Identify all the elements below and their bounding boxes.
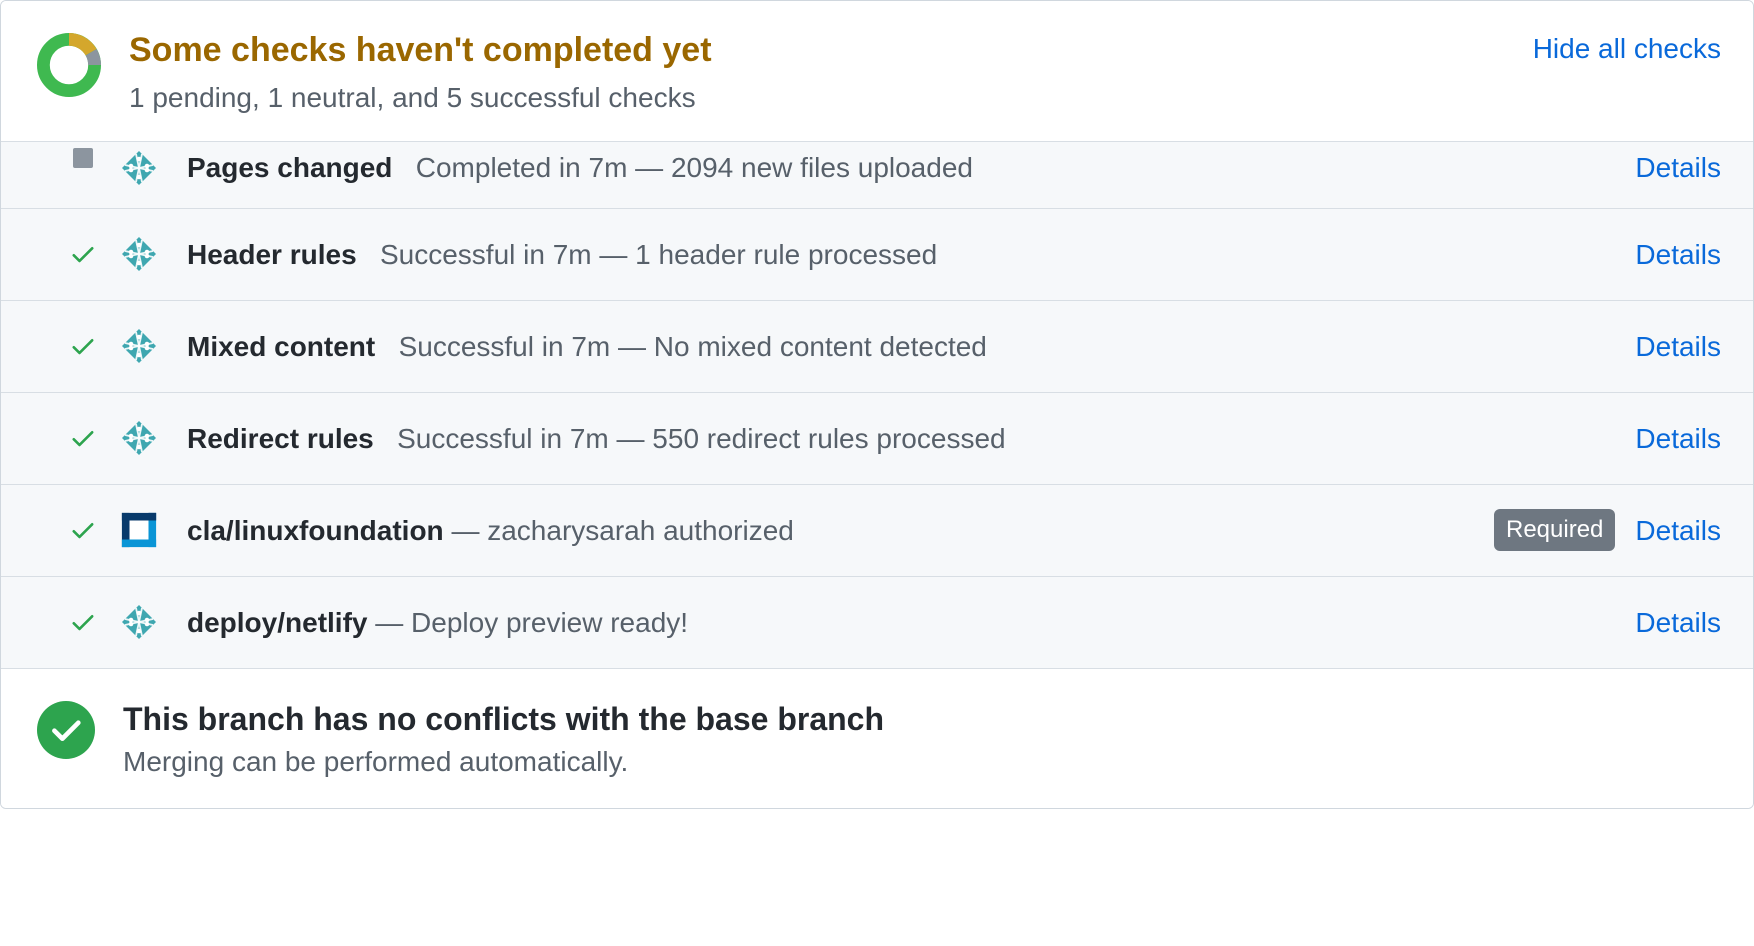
status-donut-icon [37,33,101,102]
merge-status-panel: Some checks haven't completed yet 1 pend… [0,0,1754,809]
check-description: Successful in 7m — 1 header rule process… [380,239,937,270]
details-link[interactable]: Details [1635,235,1721,274]
check-description: zacharysarah authorized [487,515,794,546]
check-text: Redirect rules Successful in 7m — 550 re… [187,419,1615,458]
check-row: Pages changed Completed in 7m — 2094 new… [1,142,1753,208]
hide-all-checks-link[interactable]: Hide all checks [1533,33,1721,65]
check-neutral-icon [55,148,111,168]
check-text: Pages changed Completed in 7m — 2094 new… [187,148,1615,187]
check-success-icon [55,608,111,636]
check-text: Header rules Successful in 7m — 1 header… [187,235,1615,274]
check-row: deploy/netlify — Deploy preview ready!De… [1,576,1753,668]
checks-header: Some checks haven't completed yet 1 pend… [1,1,1753,142]
check-success-icon [55,332,111,360]
details-link[interactable]: Details [1635,511,1721,550]
linuxfoundation-avatar-icon [111,511,167,549]
netlify-avatar-icon [111,602,167,642]
merge-conflict-text: This branch has no conflicts with the ba… [123,699,884,779]
required-badge: Required [1494,509,1615,551]
check-description: Successful in 7m — No mixed content dete… [399,331,987,362]
check-separator [392,152,415,183]
success-circle-icon [37,701,95,764]
check-text: Mixed content Successful in 7m — No mixe… [187,327,1615,366]
check-name: deploy/netlify [187,607,367,638]
check-description: Deploy preview ready! [411,607,688,638]
check-row: Header rules Successful in 7m — 1 header… [1,208,1753,300]
netlify-avatar-icon [111,234,167,274]
checks-header-text: Some checks haven't completed yet 1 pend… [129,29,1533,117]
check-text: deploy/netlify — Deploy preview ready! [187,603,1615,642]
netlify-avatar-icon [111,418,167,458]
merge-conflict-status: This branch has no conflicts with the ba… [1,669,1753,809]
details-link[interactable]: Details [1635,148,1721,187]
check-row: Redirect rules Successful in 7m — 550 re… [1,392,1753,484]
check-description: Successful in 7m — 550 redirect rules pr… [397,423,1006,454]
details-link[interactable]: Details [1635,603,1721,642]
checks-header-subtitle: 1 pending, 1 neutral, and 5 successful c… [129,78,1533,117]
details-link[interactable]: Details [1635,327,1721,366]
check-name: Pages changed [187,152,392,183]
check-separator [374,423,397,454]
check-name: Header rules [187,239,357,270]
check-separator [375,331,398,362]
check-separator: — [444,515,488,546]
details-link[interactable]: Details [1635,419,1721,458]
checks-list: Pages changed Completed in 7m — 2094 new… [1,142,1753,669]
checks-header-title: Some checks haven't completed yet [129,29,1533,72]
netlify-avatar-icon [111,148,167,188]
check-separator [357,239,380,270]
check-text: cla/linuxfoundation — zacharysarah autho… [187,511,1478,550]
check-success-icon [55,424,111,452]
check-name: Mixed content [187,331,375,362]
merge-conflict-subtitle: Merging can be performed automatically. [123,746,884,778]
check-row: cla/linuxfoundation — zacharysarah autho… [1,484,1753,576]
merge-conflict-title: This branch has no conflicts with the ba… [123,699,884,741]
check-separator: — [367,607,411,638]
check-name: cla/linuxfoundation [187,515,444,546]
netlify-avatar-icon [111,326,167,366]
check-success-icon [55,240,111,268]
check-name: Redirect rules [187,423,374,454]
check-row: Mixed content Successful in 7m — No mixe… [1,300,1753,392]
check-description: Completed in 7m — 2094 new files uploade… [416,152,973,183]
check-success-icon [55,516,111,544]
